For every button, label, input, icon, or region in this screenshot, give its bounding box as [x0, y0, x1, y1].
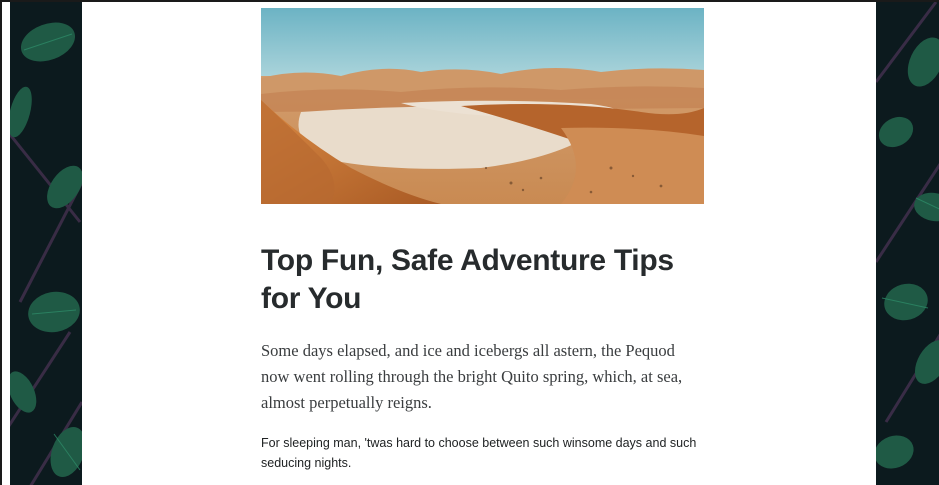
article-body-paragraph: For sleeping man, 'twas hard to choose b…	[261, 436, 697, 470]
article-content: Top Fun, Safe Adventure Tips for You Som…	[261, 8, 704, 485]
left-leaf-pattern-panel	[10, 2, 82, 485]
article-title: Top Fun, Safe Adventure Tips for You	[261, 244, 674, 315]
article-lead-paragraph: Some days elapsed, and ice and icebergs …	[261, 341, 683, 412]
leaf-pattern-left	[10, 22, 82, 485]
leaf-pattern-right	[876, 2, 939, 469]
hero-desert-image	[261, 8, 704, 204]
page-frame: Top Fun, Safe Adventure Tips for You Som…	[0, 0, 939, 485]
right-leaf-pattern-panel	[876, 2, 939, 485]
